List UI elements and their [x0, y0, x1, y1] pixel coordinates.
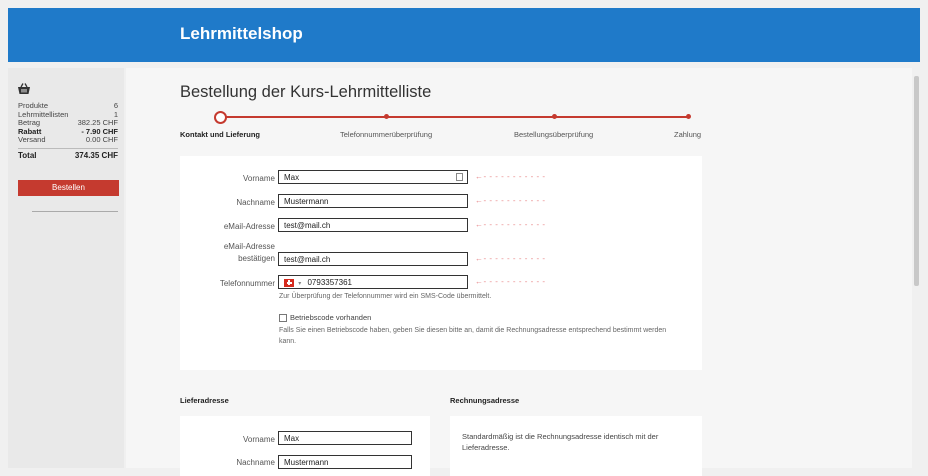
email-confirm-label-line2: bestätigen [238, 254, 275, 263]
last-name-arrow: ←- - - - - - - - - - - [475, 196, 546, 205]
email-confirm-label-line1: eMail-Adresse [223, 242, 275, 251]
page-title: Bestellung der Kurs-Lehrmittelliste [180, 83, 432, 101]
company-code-label: Betriebscode vorhanden [290, 313, 372, 322]
company-code-hint-line1: Falls Sie einen Betriebscode haben, gebe… [279, 327, 667, 334]
delivery-title: Lieferadresse [180, 396, 229, 405]
stepper-line [218, 116, 688, 118]
total-value: 374.35 CHF [74, 150, 118, 160]
email-input[interactable]: test@mail.ch [278, 218, 468, 232]
billing-text-line2: Lieferadresse. [462, 443, 510, 452]
order-summary: Produkte 6 Lehrmittellisten 1 Betrag 382… [18, 101, 118, 161]
company-code-hint-line2: kann. [279, 338, 297, 345]
scrollbar[interactable] [912, 68, 920, 468]
phone-arrow: ←- - - - - - - - - - - [475, 277, 546, 286]
step-payment: Zahlung [674, 130, 702, 139]
phone-value: 0793357361 [307, 278, 352, 287]
summary-divider [18, 147, 118, 149]
summary-value: 0.00 CHF [85, 135, 118, 144]
email-confirm-arrow: ←- - - - - - - - - - - [475, 254, 546, 263]
scrollbar-thumb[interactable] [914, 76, 919, 286]
step-contact: Kontakt und Lieferung [180, 130, 260, 139]
step-phone-verification: Telefonnummerüberprüfung [340, 130, 433, 139]
step-order-review: Bestellungsüberprüfung [514, 130, 594, 139]
first-name-label: Vorname [242, 174, 275, 183]
cart-sidebar: Produkte 6 Lehrmittellisten 1 Betrag 382… [8, 68, 124, 468]
phone-hint: Zur Überprüfung der Telefonnummer wird e… [279, 293, 492, 300]
phone-label: Telefonnummer [219, 279, 275, 288]
phone-input[interactable]: ▾ 0793357361 [278, 275, 468, 289]
company-code-checkbox-row[interactable]: Betriebscode vorhanden [279, 313, 371, 322]
order-button[interactable]: Bestellen [18, 180, 119, 196]
last-name-label: Nachname [236, 198, 275, 207]
app-header: Lehrmittelshop [8, 8, 920, 62]
step-marker [552, 114, 557, 119]
email-label: eMail-Adresse [223, 222, 275, 231]
delivery-first-name-label: Vorname [242, 435, 275, 444]
swiss-flag-icon[interactable] [284, 278, 294, 287]
first-name-arrow: ←- - - - - - - - - - - [475, 172, 546, 181]
summary-row: Versand 0.00 CHF [18, 135, 118, 145]
delivery-last-name-input[interactable]: Mustermann [278, 455, 412, 469]
sidebar-divider [32, 211, 118, 212]
billing-text-line1: Standardmäßig ist die Rechnungsadresse i… [462, 432, 659, 441]
total-label: Total [18, 150, 37, 160]
shopping-basket-icon[interactable] [17, 82, 31, 96]
last-name-input[interactable]: Mustermann [278, 194, 468, 208]
step-marker [686, 114, 691, 119]
first-name-input[interactable]: Max [278, 170, 468, 184]
delivery-first-name-input[interactable]: Max [278, 431, 412, 445]
summary-total: Total 374.35 CHF [18, 151, 118, 161]
app-title[interactable]: Lehrmittelshop [180, 24, 303, 44]
chevron-down-icon[interactable]: ▾ [298, 281, 301, 287]
email-arrow: ←- - - - - - - - - - - [475, 220, 546, 229]
step-marker-active [214, 111, 227, 124]
first-name-value: Max [284, 173, 300, 182]
step-marker [384, 114, 389, 119]
company-code-checkbox[interactable] [279, 313, 287, 322]
autofill-icon[interactable] [456, 173, 463, 181]
email-confirm-input[interactable]: test@mail.ch [278, 252, 468, 266]
billing-title: Rechnungsadresse [450, 396, 520, 405]
summary-label: Versand [18, 135, 46, 144]
